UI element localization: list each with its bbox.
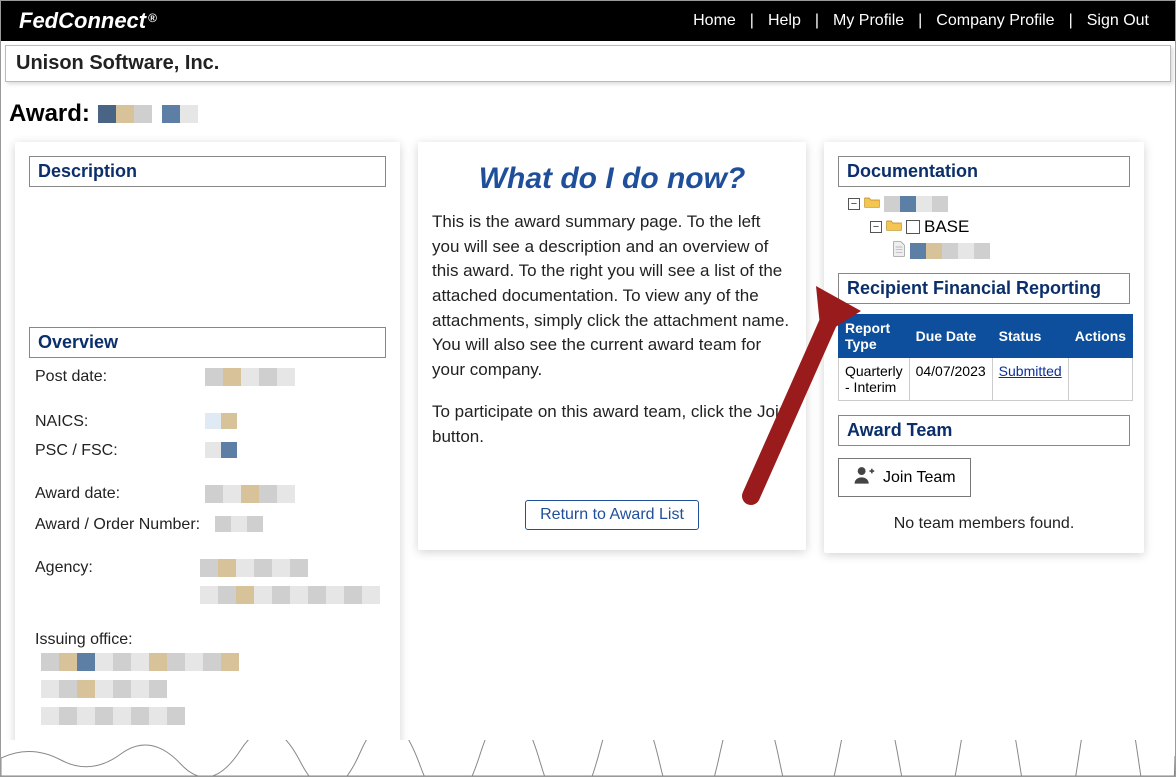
tree-document[interactable] (848, 239, 1126, 263)
rfr-table: Report Type Due Date Status Actions Quar… (838, 314, 1133, 401)
guidance-title: What do I do now? (432, 156, 792, 210)
nav-sep: | (744, 12, 760, 30)
documentation-tree: − − BASE (838, 187, 1130, 273)
col-report-type: Report Type (839, 315, 910, 358)
redacted-value (205, 413, 237, 429)
guidance-p2: To participate on this award team, click… (432, 400, 792, 449)
col-status: Status (992, 315, 1068, 358)
tree-checkbox[interactable] (906, 220, 920, 234)
join-team-button[interactable]: Join Team (838, 458, 971, 497)
collapse-icon[interactable]: − (870, 221, 882, 233)
label-post-date: Post date: (35, 368, 205, 391)
user-plus-icon (853, 465, 875, 490)
tree-base-label: BASE (924, 217, 969, 237)
cell-actions (1068, 358, 1132, 401)
join-team-label: Join Team (883, 469, 956, 487)
description-title: Description (29, 156, 386, 187)
top-nav-links: Home | Help | My Profile | Company Profi… (685, 12, 1157, 30)
nav-sign-out[interactable]: Sign Out (1079, 12, 1157, 30)
nav-sep: | (912, 12, 928, 30)
nav-company-profile[interactable]: Company Profile (928, 12, 1062, 30)
collapse-icon[interactable]: − (848, 198, 860, 210)
col-actions: Actions (1068, 315, 1132, 358)
redacted-value (41, 653, 239, 671)
tree-base[interactable]: − BASE (848, 215, 1126, 239)
nav-home[interactable]: Home (685, 12, 744, 30)
folder-icon (864, 195, 880, 213)
brand-name: FedConnect (19, 8, 146, 33)
left-panel: Description Overview Post date: NAICS: P… (15, 142, 400, 750)
company-bar: Unison Software, Inc. (5, 45, 1171, 82)
label-award-number: Award / Order Number: (35, 516, 215, 537)
label-agency: Agency: (35, 559, 200, 609)
redacted-value (41, 680, 167, 698)
torn-edge-decoration (1, 740, 1175, 776)
redacted-value (200, 586, 380, 604)
status-link-submitted[interactable]: Submitted (999, 363, 1062, 379)
guidance-p1: This is the award summary page. To the l… (432, 210, 792, 382)
documentation-title: Documentation (838, 156, 1130, 187)
redacted-value (205, 368, 295, 386)
redacted-value (910, 243, 990, 259)
redacted-value (200, 559, 308, 577)
page-title-label: Award: (9, 100, 90, 128)
document-icon (892, 241, 906, 261)
award-team-title: Award Team (838, 415, 1130, 446)
top-nav-bar: FedConnect® Home | Help | My Profile | C… (1, 1, 1175, 41)
brand-reg: ® (148, 11, 157, 25)
redacted-value (205, 442, 237, 458)
redacted-value (884, 196, 948, 212)
cell-report-type: Quarterly - Interim (839, 358, 910, 401)
page-title-row: Award: (1, 82, 1175, 142)
nav-help[interactable]: Help (760, 12, 809, 30)
team-empty-message: No team members found. (838, 497, 1130, 533)
cell-due-date: 04/07/2023 (909, 358, 992, 401)
label-issuing-office: Issuing office: (35, 631, 205, 649)
right-panel: Documentation − − BASE Recipi (824, 142, 1144, 553)
col-due-date: Due Date (909, 315, 992, 358)
return-to-award-list-button[interactable]: Return to Award List (525, 500, 699, 530)
redacted-value (215, 516, 263, 532)
overview-title: Overview (29, 327, 386, 358)
table-row: Quarterly - Interim 04/07/2023 Submitted (839, 358, 1133, 401)
label-psc: PSC / FSC: (35, 442, 205, 463)
brand-logo: FedConnect® (19, 8, 157, 34)
nav-my-profile[interactable]: My Profile (825, 12, 912, 30)
middle-panel: What do I do now? This is the award summ… (418, 142, 806, 550)
nav-sep: | (1063, 12, 1079, 30)
folder-icon (886, 218, 902, 236)
label-award-date: Award date: (35, 485, 205, 508)
redacted-value (41, 707, 185, 725)
tree-root[interactable]: − (848, 193, 1126, 215)
label-naics: NAICS: (35, 413, 205, 434)
redacted-value (205, 485, 295, 503)
nav-sep: | (809, 12, 825, 30)
rfr-title: Recipient Financial Reporting (838, 273, 1130, 304)
redacted-award-id (98, 105, 198, 123)
